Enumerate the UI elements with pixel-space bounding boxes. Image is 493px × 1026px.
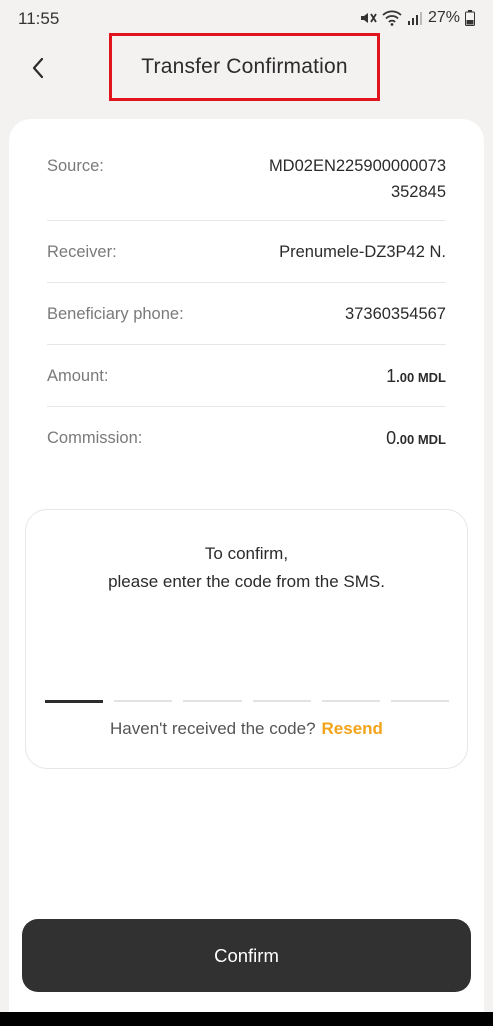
code-slot-4[interactable] xyxy=(252,700,311,702)
divider xyxy=(47,344,446,345)
amount-dec: .00 MDL xyxy=(396,370,446,385)
status-icons: 27% xyxy=(359,9,475,27)
commission-value: 0.00 MDL xyxy=(386,425,446,453)
amount-value: 1.00 MDL xyxy=(386,363,446,391)
resend-prompt: Haven't received the code? xyxy=(110,719,316,738)
navigation-bar xyxy=(0,1012,493,1026)
amount-int: 1 xyxy=(386,366,397,386)
source-row: Source: MD02EN225900000073 352845 xyxy=(47,153,446,205)
confirm-button[interactable]: Confirm xyxy=(22,919,471,992)
commission-label: Commission: xyxy=(47,429,143,447)
transfer-confirmation-screen: 11:55 27% Transfer Confirmation Source: … xyxy=(0,0,493,1026)
divider xyxy=(47,282,446,283)
back-button[interactable] xyxy=(20,52,56,88)
amount-row: Amount: 1.00 MDL xyxy=(47,363,446,391)
battery-icon xyxy=(465,10,475,26)
sms-code-box: To confirm, please enter the code from t… xyxy=(25,509,468,769)
commission-int: 0 xyxy=(386,428,397,448)
commission-row: Commission: 0.00 MDL xyxy=(47,425,446,453)
commission-dec: .00 MDL xyxy=(396,432,446,447)
phone-row: Beneficiary phone: 37360354567 xyxy=(47,301,446,327)
resend-row: Haven't received the code? Resend xyxy=(26,719,467,739)
chevron-left-icon xyxy=(31,57,45,84)
phone-value: 37360354567 xyxy=(345,305,446,323)
mute-icon xyxy=(359,10,377,26)
sms-instruction-line2: please enter the code from the SMS. xyxy=(108,572,385,591)
code-slot-2[interactable] xyxy=(114,700,173,702)
wifi-icon xyxy=(382,10,402,26)
phone-label: Beneficiary phone: xyxy=(47,305,184,323)
resend-link[interactable]: Resend xyxy=(322,719,383,738)
source-value-line2: 352845 xyxy=(390,183,446,201)
details-card: Source: MD02EN225900000073 352845 Receiv… xyxy=(9,119,484,1026)
code-slot-3[interactable] xyxy=(183,700,242,702)
signal-icon xyxy=(407,10,423,26)
code-slot-1[interactable] xyxy=(45,700,104,703)
amount-label: Amount: xyxy=(47,367,109,385)
code-slot-6[interactable] xyxy=(390,700,450,702)
sms-instruction-line1: To confirm, xyxy=(204,544,289,563)
title-highlight-box: Transfer Confirmation xyxy=(109,33,380,101)
receiver-row: Receiver: Prenumele-DZ3P42 N. xyxy=(47,239,446,265)
source-label: Source: xyxy=(47,157,104,175)
sms-code-input[interactable] xyxy=(45,700,450,704)
app-header: Transfer Confirmation xyxy=(0,33,493,102)
code-slot-5[interactable] xyxy=(321,700,380,702)
page-title: Transfer Confirmation xyxy=(141,55,348,78)
receiver-value: Prenumele-DZ3P42 N. xyxy=(279,243,446,261)
source-value: MD02EN225900000073 352845 xyxy=(269,153,446,205)
source-value-line1: MD02EN225900000073 xyxy=(268,157,446,175)
battery-percent: 27% xyxy=(427,9,460,26)
divider xyxy=(47,220,446,221)
status-time: 11:55 xyxy=(18,9,60,28)
receiver-label: Receiver: xyxy=(47,243,117,261)
divider xyxy=(47,406,446,407)
